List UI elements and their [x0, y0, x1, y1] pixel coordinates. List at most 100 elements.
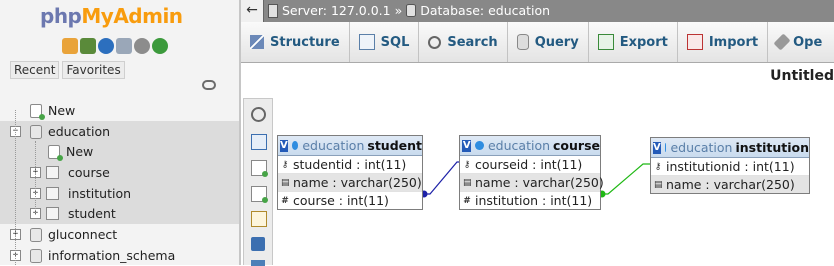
fullscreen-icon[interactable]: [251, 134, 267, 150]
column-definition: name : varchar(250): [293, 175, 422, 190]
table-name: course: [553, 138, 600, 153]
recent-tab[interactable]: Recent: [10, 61, 60, 79]
edit-page-icon[interactable]: [251, 211, 267, 227]
column-definition: courseid : int(11): [475, 157, 583, 172]
column-index-icon: ▤: [281, 177, 290, 188]
favorites-tab[interactable]: Favorites: [62, 61, 125, 79]
tree-item-label: institution: [68, 186, 132, 201]
table-options-gear-icon[interactable]: [291, 141, 299, 150]
column-definition: name : varchar(250): [475, 175, 604, 190]
toggle-menu-icon[interactable]: [251, 107, 266, 122]
designer-column-row[interactable]: ⚷ institutionid : int(11): [651, 158, 809, 176]
home-icon[interactable]: [62, 38, 78, 54]
tree-item-label: New: [48, 103, 76, 118]
link-with-main-panel-icon[interactable]: [202, 80, 216, 90]
sql-icon: [358, 34, 375, 50]
phpmyadmin-logo[interactable]: phpMyAdmin: [40, 4, 183, 28]
structure-icon: [250, 35, 264, 49]
import-tab[interactable]: Import: [678, 22, 769, 62]
reload-icon[interactable]: [152, 38, 168, 54]
collapse-nav-arrow-icon[interactable]: ←: [241, 0, 264, 22]
export-label: Export: [619, 34, 668, 50]
database-icon: [406, 4, 417, 17]
database-icon: [30, 124, 42, 139]
query-label: Query: [534, 34, 579, 50]
primary-key-icon: ⚷: [281, 159, 289, 170]
page-title: Untitled: [770, 68, 834, 84]
designer-canvas[interactable]: Veducation student ⚷ studentid : int(11) ▤ na…: [275, 98, 834, 265]
table-structure-icon: [46, 187, 59, 200]
breadcrumb-server[interactable]: Server: 127.0.0.1: [282, 3, 391, 18]
table-db-name: education: [487, 138, 551, 153]
designer-column-row[interactable]: # institution : int(11): [460, 192, 600, 209]
designer-column-row[interactable]: ▤ name : varchar(250): [460, 174, 604, 192]
tree-guide-line: [15, 110, 16, 265]
new-page-icon[interactable]: [251, 186, 268, 203]
designer-column-row[interactable]: # course : int(11): [278, 192, 422, 209]
breadcrumb-bar: ← Server: 127.0.0.1 » Database: educatio…: [241, 0, 834, 22]
designer-table-header[interactable]: Veducation student: [278, 136, 422, 156]
help-icon[interactable]: [98, 38, 114, 54]
designer-table-course[interactable]: Veducation course ⚷ courseid : int(11) ▤ name…: [459, 135, 604, 210]
designer-column-row[interactable]: ⚷ courseid : int(11): [460, 156, 600, 174]
tree-item-information-schema[interactable]: + information_schema: [0, 245, 239, 265]
column-hash-icon: #: [463, 195, 471, 206]
table-structure-icon: [46, 166, 59, 179]
designer-table-header[interactable]: Veducation course: [460, 136, 600, 156]
tree-item-gluconnect[interactable]: + gluconnect: [0, 224, 239, 245]
designer-column-row[interactable]: ▤ name : varchar(250): [278, 174, 422, 192]
export-tab[interactable]: Export: [589, 22, 678, 62]
breadcrumb-separator: »: [394, 3, 403, 18]
tree-item-label: education: [48, 124, 111, 139]
designer-column-row[interactable]: ▤ name : varchar(250): [651, 176, 809, 193]
structure-tab[interactable]: Structure: [241, 22, 350, 62]
logout-icon[interactable]: [80, 38, 96, 54]
relation-line-student-course[interactable]: [424, 161, 459, 195]
sql-tab[interactable]: SQL: [350, 22, 420, 62]
designer-table-header[interactable]: Veducation institution: [651, 138, 809, 158]
add-tables-icon[interactable]: [251, 160, 268, 177]
column-index-icon: ▤: [463, 177, 472, 188]
save-icon[interactable]: [251, 237, 265, 251]
tree-item-education[interactable]: − education: [0, 121, 239, 142]
export-icon: [597, 34, 614, 50]
toggle-columns-icon[interactable]: V: [462, 139, 472, 152]
database-toolbar: Structure SQL Search Query Export Import…: [241, 22, 834, 63]
new-icon: [30, 103, 45, 120]
more-tools-icon[interactable]: [251, 260, 265, 266]
tree-item-new[interactable]: New: [0, 100, 239, 121]
database-icon: [30, 227, 42, 242]
documentation-icon[interactable]: [116, 38, 132, 54]
column-definition: studentid : int(11): [293, 157, 407, 172]
column-definition: course : int(11): [293, 193, 389, 208]
structure-label: Structure: [270, 34, 340, 50]
designer-side-toolbar: [243, 98, 273, 266]
search-icon: [428, 35, 442, 49]
tree-item-label: information_schema: [48, 248, 176, 263]
table-structure-icon: [46, 207, 59, 220]
import-label: Import: [708, 34, 759, 50]
operations-tab[interactable]: Ope: [768, 22, 831, 62]
primary-key-icon: ⚷: [654, 161, 662, 172]
toggle-columns-icon[interactable]: V: [653, 141, 661, 154]
table-options-gear-icon[interactable]: [664, 143, 667, 152]
breadcrumb-database[interactable]: Database: education: [420, 3, 550, 18]
table-options-gear-icon[interactable]: [475, 141, 484, 150]
table-name: institution: [735, 140, 809, 155]
designer-table-student[interactable]: Veducation student ⚷ studentid : int(11) ▤ na…: [277, 135, 423, 210]
tree-item-label: gluconnect: [48, 227, 118, 242]
tree-guide-line: [35, 141, 36, 213]
relation-line-course-institution[interactable]: [602, 163, 650, 195]
designer-header: Untitled: [241, 63, 834, 91]
column-index-icon: ▤: [654, 179, 663, 190]
designer-column-row[interactable]: ⚷ studentid : int(11): [278, 156, 422, 174]
designer-table-institution[interactable]: Veducation institution ⚷ institutionid : in…: [650, 137, 810, 194]
navigation-panel: phpMyAdmin Recent Favorites New − educatio…: [0, 0, 239, 265]
search-tab[interactable]: Search: [419, 22, 508, 62]
query-tab[interactable]: Query: [508, 22, 589, 62]
settings-gear-icon[interactable]: [134, 38, 150, 54]
toggle-columns-icon[interactable]: V: [280, 139, 288, 152]
nav-icon-bar: [62, 38, 168, 54]
column-definition: institutionid : int(11): [666, 159, 795, 174]
tree-item-label: course: [68, 165, 110, 180]
